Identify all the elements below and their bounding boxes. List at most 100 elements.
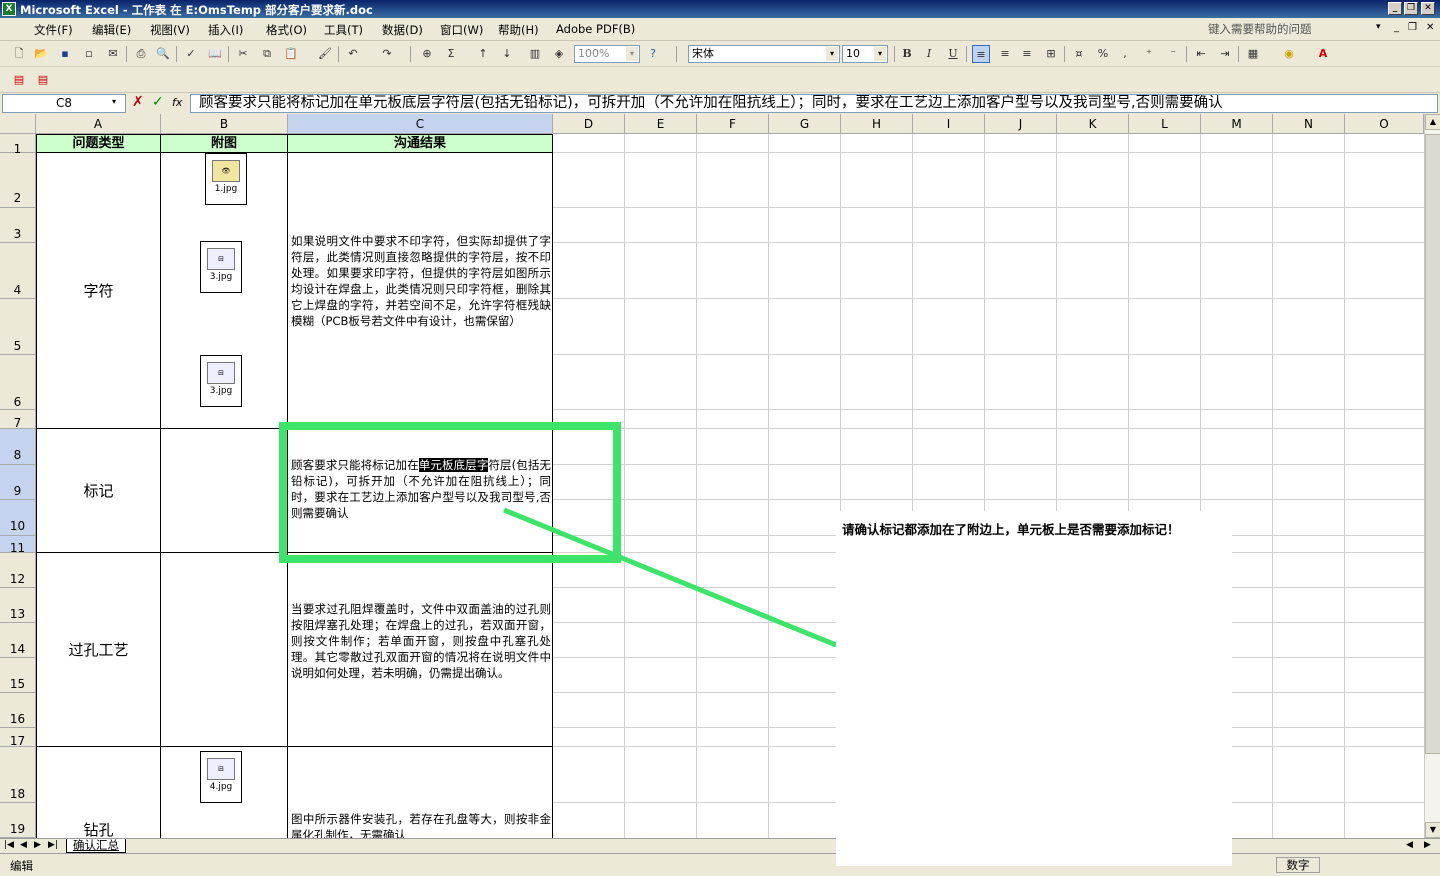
row-header[interactable]: 13: [0, 588, 36, 623]
print-icon[interactable]: ⎙: [132, 45, 150, 63]
font-size-combo[interactable]: 10 ▾: [842, 45, 888, 63]
fill-color-icon[interactable]: ◉: [1280, 45, 1298, 63]
currency-icon[interactable]: ¤: [1070, 45, 1088, 63]
help-search-input[interactable]: 键入需要帮助的问题: [1208, 21, 1388, 38]
row-header[interactable]: 10: [0, 500, 36, 536]
help-icon[interactable]: ?: [644, 45, 662, 63]
file-3jpg-icon[interactable]: ⊟ 3.jpg: [200, 241, 242, 293]
merge-center-icon[interactable]: ⊞: [1042, 45, 1060, 63]
column-header[interactable]: J: [985, 114, 1057, 134]
format-painter-icon[interactable]: 🖌: [316, 45, 334, 63]
decrease-indent-icon[interactable]: ⇤: [1192, 45, 1210, 63]
close-icon[interactable]: ✕: [1421, 2, 1435, 15]
sort-descending-icon[interactable]: ↓: [498, 45, 516, 63]
column-header[interactable]: H: [841, 114, 913, 134]
column-header[interactable]: K: [1057, 114, 1129, 134]
menu-format[interactable]: 格式(O): [266, 22, 307, 38]
column-header[interactable]: C: [288, 114, 553, 134]
sheet-tab[interactable]: 确认汇总: [66, 839, 126, 853]
new-icon[interactable]: 🗋: [10, 45, 28, 63]
column-header[interactable]: D: [553, 114, 625, 134]
menu-view[interactable]: 视图(V): [150, 22, 190, 38]
cancel-icon[interactable]: ✗: [132, 94, 144, 110]
redo-icon[interactable]: ↷: [378, 45, 396, 63]
row-header[interactable]: 7: [0, 410, 36, 430]
header-problem-type[interactable]: 问题类型: [36, 134, 161, 153]
attachment-cell[interactable]: [161, 429, 288, 553]
hscroll-right-icon[interactable]: ▶: [1424, 840, 1431, 850]
row-header[interactable]: 8: [0, 429, 36, 465]
decrease-decimal-icon[interactable]: ⁻: [1164, 45, 1182, 63]
paste-icon[interactable]: 📋: [282, 45, 300, 63]
row-header[interactable]: 5: [0, 299, 36, 355]
help-dropdown-icon[interactable]: ▾: [1376, 22, 1381, 32]
convert-pdf-icon[interactable]: ▤: [10, 71, 28, 89]
row-header[interactable]: 14: [0, 623, 36, 658]
row-header[interactable]: 6: [0, 355, 36, 410]
italic-button[interactable]: I: [920, 45, 938, 63]
row-header[interactable]: 11: [0, 536, 36, 555]
column-header[interactable]: G: [769, 114, 841, 134]
attachment-cell[interactable]: 👁 1.jpg ⊟ 3.jpg ⊟ 3.jpg: [161, 153, 288, 429]
vertical-scrollbar[interactable]: ▲ ▼: [1424, 114, 1440, 838]
row-header[interactable]: 4: [0, 243, 36, 299]
row-header[interactable]: 2: [0, 153, 36, 208]
autosum-icon[interactable]: Σ: [442, 45, 460, 63]
row-header[interactable]: 18: [0, 747, 36, 803]
column-header[interactable]: L: [1129, 114, 1201, 134]
row-header[interactable]: 19: [0, 803, 36, 838]
increase-decimal-icon[interactable]: ⁺: [1140, 45, 1158, 63]
attachment-cell[interactable]: [161, 553, 288, 747]
hyperlink-icon[interactable]: ⊕: [418, 45, 436, 63]
row-header[interactable]: 16: [0, 693, 36, 728]
category-via-process[interactable]: 过孔工艺: [36, 553, 161, 747]
font-combo[interactable]: 宋体 ▾: [688, 45, 840, 63]
name-box[interactable]: C8: [2, 94, 126, 113]
cut-icon[interactable]: ✂: [234, 45, 252, 63]
align-right-icon[interactable]: ≡: [1018, 45, 1036, 63]
insert-function-icon[interactable]: fx: [172, 96, 182, 109]
next-sheet-icon[interactable]: ▶: [34, 840, 41, 850]
chart-wizard-icon[interactable]: ▥: [526, 45, 544, 63]
align-left-icon[interactable]: ≡: [972, 45, 990, 63]
undo-icon[interactable]: ↶: [344, 45, 362, 63]
category-character[interactable]: 字符: [36, 153, 161, 429]
menu-tools[interactable]: 工具(T): [324, 22, 363, 38]
last-sheet-icon[interactable]: ▶|: [48, 840, 58, 850]
row-header[interactable]: 9: [0, 465, 36, 500]
column-header[interactable]: A: [36, 114, 161, 134]
formula-input[interactable]: 顾客要求只能将标记加在单元板底层字符层(包括无铅标记)，可拆开加（不允许加在阻抗…: [190, 94, 1438, 113]
increase-indent-icon[interactable]: ⇥: [1216, 45, 1234, 63]
select-all-corner[interactable]: [0, 114, 36, 134]
row-header[interactable]: 12: [0, 553, 36, 588]
menu-insert[interactable]: 插入(I): [208, 22, 243, 38]
research-icon[interactable]: 📖: [206, 45, 224, 63]
header-result[interactable]: 沟通结果: [288, 134, 553, 153]
scroll-up-icon[interactable]: ▲: [1425, 114, 1440, 130]
menu-adobe-pdf[interactable]: Adobe PDF(B): [556, 22, 635, 36]
sort-ascending-icon[interactable]: ↑: [474, 45, 492, 63]
spelling-icon[interactable]: ✓: [182, 45, 200, 63]
font-color-icon[interactable]: A: [1314, 45, 1332, 63]
menu-file[interactable]: 文件(F): [34, 22, 73, 38]
menu-edit[interactable]: 编辑(E): [92, 22, 131, 38]
header-attachment[interactable]: 附图: [161, 134, 288, 153]
row-header[interactable]: 17: [0, 728, 36, 748]
doc-close-icon[interactable]: ✕: [1426, 22, 1434, 33]
column-header[interactable]: O: [1345, 114, 1424, 134]
doc-minimize-icon[interactable]: _: [1394, 22, 1399, 33]
column-header[interactable]: E: [625, 114, 697, 134]
comma-icon[interactable]: ,: [1116, 45, 1134, 63]
column-header[interactable]: F: [697, 114, 769, 134]
column-header[interactable]: I: [913, 114, 985, 134]
prev-sheet-icon[interactable]: ◀: [20, 840, 27, 850]
category-mark[interactable]: 标记: [36, 429, 161, 553]
restore-icon[interactable]: ❐: [1404, 2, 1418, 15]
column-header[interactable]: N: [1273, 114, 1345, 134]
category-drilling[interactable]: 钻孔: [36, 747, 161, 838]
borders-icon[interactable]: ▦: [1244, 45, 1262, 63]
row-header[interactable]: 3: [0, 208, 36, 243]
menu-help[interactable]: 帮助(H): [498, 22, 539, 38]
save-icon[interactable]: ▪: [56, 45, 74, 63]
attachment-cell[interactable]: ⊟ 4.jpg: [161, 747, 288, 838]
